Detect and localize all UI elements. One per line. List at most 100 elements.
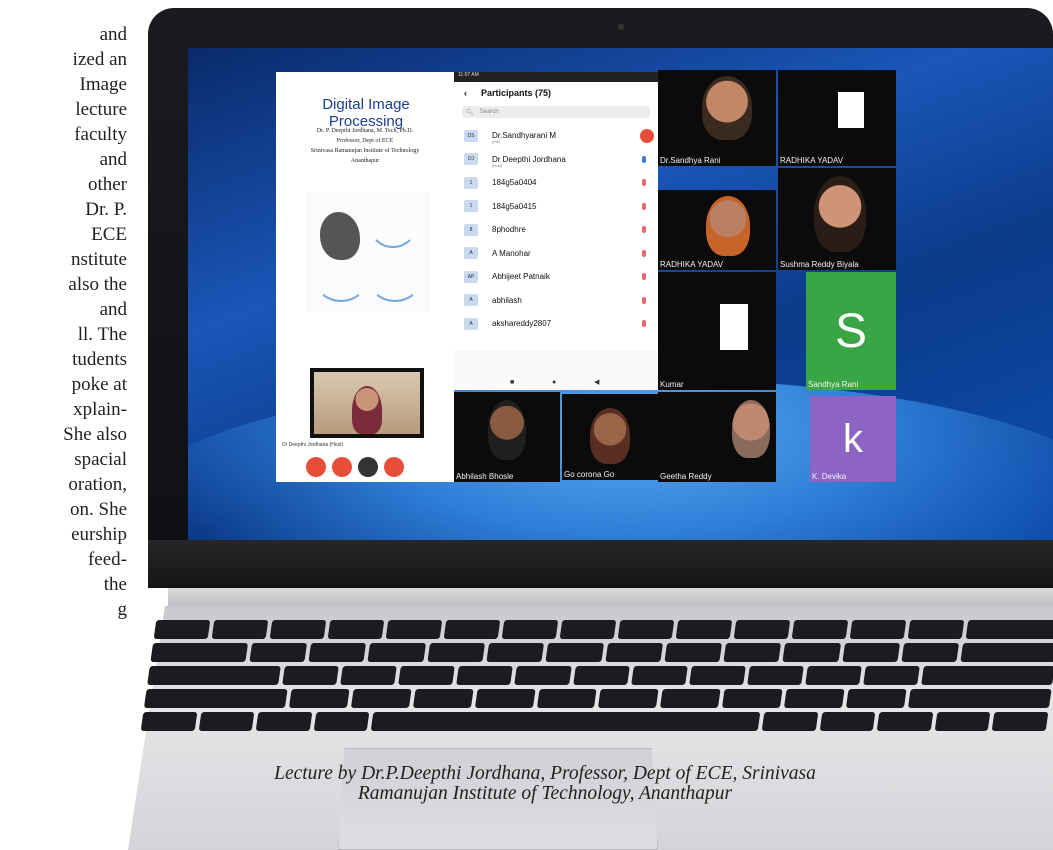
key (143, 689, 288, 708)
participant-row[interactable]: AP Abhijeet Patnaik (454, 265, 658, 289)
leave-button[interactable] (384, 457, 404, 477)
video-tile[interactable]: Go corona Go (562, 394, 658, 480)
key (908, 620, 965, 639)
key (456, 666, 514, 685)
participant-name: 8phodhre (492, 225, 526, 235)
participant-name: 184g5a0404 (492, 178, 537, 188)
key (150, 643, 248, 662)
slide-author-line: Professor, Dept of ECE (336, 138, 394, 144)
key (412, 689, 474, 708)
key (249, 643, 308, 662)
key-row (143, 689, 1052, 708)
article-line: g (117, 599, 128, 620)
key (501, 620, 559, 639)
tile-name: Go corona Go (564, 470, 615, 479)
participant-row[interactable]: A A Manohar (454, 242, 658, 266)
figure-blob (320, 212, 360, 260)
key (147, 666, 281, 685)
participant-face (590, 408, 630, 464)
key (876, 712, 934, 731)
key-row (150, 643, 1053, 662)
avatar-letter: k (843, 416, 863, 461)
presenter-figure (352, 386, 382, 434)
mic-button[interactable] (306, 457, 326, 477)
nav-home-icon[interactable]: ● (552, 378, 556, 386)
article-line: also the (68, 274, 127, 295)
tile-name: RADHIKA YADAV (780, 156, 844, 165)
mic-muted-icon (642, 202, 646, 210)
blank-video-placeholder (838, 92, 864, 128)
participant-name: 184g5a0415 (492, 201, 537, 211)
key (761, 712, 819, 731)
avatar: 8 (464, 223, 478, 236)
key (427, 643, 485, 662)
key (819, 712, 876, 731)
participant-face (706, 196, 750, 256)
key (536, 689, 598, 708)
key (805, 666, 862, 685)
tile-name: Geetha Reddy (660, 472, 712, 481)
key (746, 666, 804, 685)
slide-author-block: Dr. P. Deepthi Jordhana, M. Tech, Ph.D. … (282, 126, 448, 166)
call-controls (306, 457, 404, 477)
participant-name: A Manohar (492, 248, 531, 258)
article-line: Image (79, 74, 127, 95)
participant-name: Dr Deepthi Jordhana (492, 154, 566, 164)
participant-row[interactable]: 8 8phodhre (454, 218, 658, 242)
video-tile[interactable]: Sushma Reddy Biyala (778, 168, 896, 270)
participant-role: (host) (492, 162, 503, 168)
laptop-chin (148, 540, 1053, 588)
key (722, 689, 783, 708)
key (514, 666, 572, 685)
participant-row[interactable]: DS Dr.Sandhyarani M (me) (454, 124, 658, 148)
participant-role: (me) (492, 139, 501, 144)
video-tile[interactable]: RADHIKA YADAV (778, 70, 896, 166)
key (934, 712, 991, 731)
article-line: feed- (87, 549, 127, 570)
caption-line: Ramanujan Institute of Technology, Anant… (357, 783, 733, 804)
participant-row[interactable]: DJ Dr Deepthi Jordhana (host) (454, 148, 658, 172)
key (733, 620, 791, 639)
participants-search[interactable]: 🔍︎ Search (462, 106, 650, 118)
key (367, 643, 426, 662)
figure-curve (316, 262, 366, 302)
avatar: A (464, 294, 478, 307)
nav-back-icon[interactable]: ◀ (594, 378, 599, 386)
participant-row[interactable]: 1 184g5a0404 (454, 171, 658, 195)
spacebar-key (371, 712, 761, 731)
video-tile[interactable]: Abhilash Bhosle (454, 392, 560, 482)
key (308, 643, 367, 662)
participant-row[interactable]: A abhilash (454, 289, 658, 313)
back-arrow-icon[interactable]: ‹ (464, 88, 467, 98)
key (846, 689, 907, 708)
participants-header: ‹ Participants (75) (454, 82, 658, 104)
mic-icon (642, 155, 646, 163)
host-badge-icon (640, 128, 654, 143)
video-tile[interactable]: RADHIKA YADAV (658, 190, 776, 270)
key (863, 666, 920, 685)
key (960, 643, 1053, 662)
participant-row[interactable]: A akshareddy2807 (454, 312, 658, 336)
key (660, 689, 721, 708)
participant-name: Dr.Sandhyarani M (492, 131, 557, 141)
video-tile[interactable]: S Sandhya Rani (806, 272, 896, 390)
article-line: She also (63, 424, 127, 445)
article-line: oration, (68, 474, 127, 495)
key (907, 689, 1052, 708)
video-tile[interactable]: Geetha Reddy (658, 392, 776, 482)
slide-author-line: Srinivasa Ramanujan Institute of Technol… (310, 148, 420, 154)
video-tile[interactable]: Dr.Sandhya Rani (658, 70, 776, 166)
video-tile[interactable]: Kumar (658, 272, 776, 390)
video-button[interactable] (332, 457, 352, 477)
key (921, 666, 1053, 685)
article-line: nstitute (71, 249, 127, 270)
video-tile[interactable]: k K. Devika (810, 396, 896, 482)
participant-face (488, 400, 526, 460)
slide-title: Digital Image Processing (322, 96, 410, 130)
slide-author-line: Ananthapur (350, 158, 380, 164)
nav-square-icon[interactable]: ■ (510, 378, 514, 386)
key (288, 689, 350, 708)
participant-row[interactable]: 1 184g5a0415 (454, 195, 658, 219)
more-button[interactable] (358, 457, 378, 477)
search-icon: 🔍︎ (466, 109, 474, 116)
